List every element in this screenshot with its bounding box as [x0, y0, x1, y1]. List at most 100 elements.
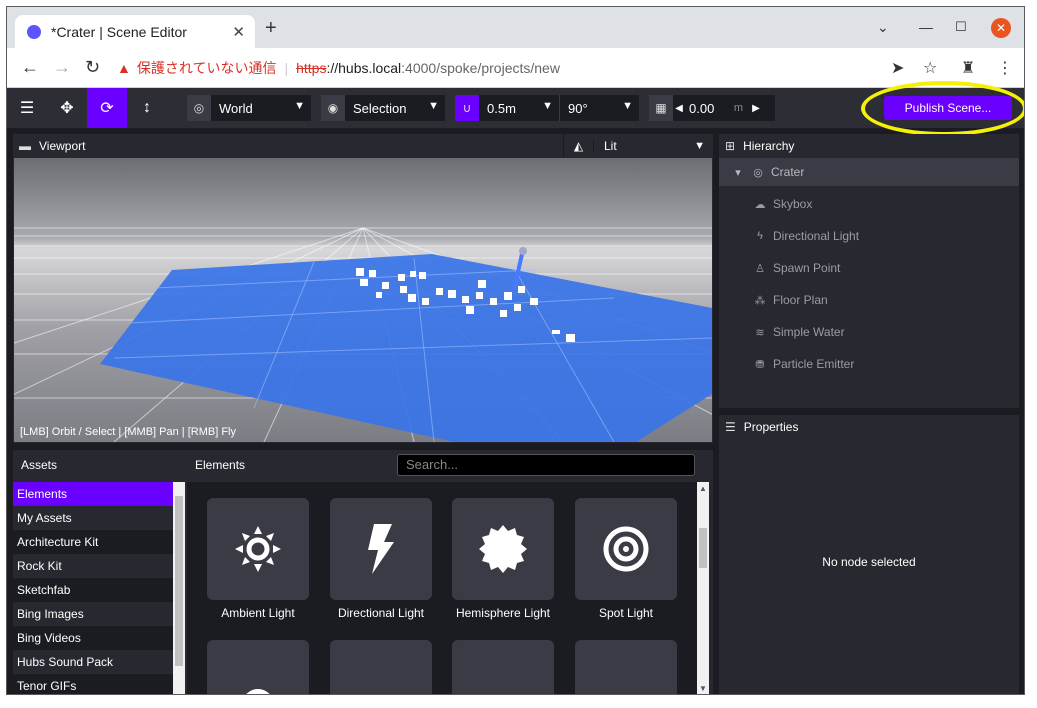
tab-close-icon[interactable]: ✕ [232, 23, 245, 41]
spoke-editor: ☰ ✥ ⟳ ↕ ◎ World ▼ ◉ Selection ▼ ∪ 0.5m ▼… [7, 81, 1024, 695]
asset-source-item[interactable]: Elements [13, 482, 173, 506]
caret-down-icon[interactable]: ▾ [731, 166, 745, 179]
scene-render [14, 227, 712, 442]
element-label: Hemisphere Light [455, 606, 551, 620]
url-divider: | [284, 60, 289, 76]
tab-search-icon[interactable]: ⌄ [877, 19, 889, 36]
asset-source-item[interactable]: Architecture Kit [13, 530, 173, 554]
reload-icon[interactable]: ↻ [85, 57, 100, 78]
lightbulb-icon [246, 689, 270, 694]
asset-source-item[interactable]: Tenor GIFs [13, 674, 173, 694]
rotate-tool-button[interactable]: ⟳ [87, 88, 127, 128]
hierarchy-item-label: Spawn Point [773, 261, 841, 275]
url-field[interactable]: ▲ 保護されていない通信 | https ://hubs.local :4000… [117, 54, 917, 82]
magnet-icon[interactable]: ∪ [455, 95, 479, 121]
image-icon [600, 671, 652, 695]
warning-icon: ▲ [117, 60, 131, 76]
publish-scene-button[interactable]: Publish Scene... [884, 96, 1012, 120]
asset-source-list: Elements My Assets Architecture Kit Rock… [13, 482, 173, 694]
hemisphere-light-card[interactable] [452, 498, 554, 600]
chevron-down-icon: ▼ [694, 140, 705, 152]
browser-tab[interactable]: *Crater | Scene Editor ✕ [15, 15, 255, 48]
scroll-up-icon[interactable]: ▲ [699, 484, 707, 493]
hierarchy-item-particle-emitter[interactable]: ⛃ Particle Emitter [719, 348, 1019, 380]
assets-scrollbar[interactable] [173, 482, 185, 694]
asset-source-item[interactable]: Sketchfab [13, 578, 173, 602]
hierarchy-item-directional-light[interactable]: ϟ Directional Light [719, 220, 1019, 252]
chevron-down-icon: ▼ [542, 100, 553, 112]
pivot-target-icon[interactable]: ◉ [321, 95, 345, 121]
scrollbar-thumb[interactable] [699, 528, 707, 568]
elements-scrollbar[interactable]: ▲ ▼ [697, 482, 709, 694]
hierarchy-item-skybox[interactable]: ☁ Skybox [719, 188, 1019, 220]
viewport-title: Viewport [39, 139, 86, 153]
transform-space-group: ◎ World ▼ [187, 95, 311, 121]
hierarchy-root-crater[interactable]: ▾ ◎ Crater [719, 158, 1019, 186]
hamburger-icon: ☰ [19, 100, 35, 117]
assets-title: Assets [21, 458, 58, 472]
asset-source-item[interactable]: Rock Kit [13, 554, 173, 578]
close-window-button[interactable]: ✕ [991, 18, 1011, 38]
person-icon: ♙ [755, 262, 765, 275]
extension-icon[interactable]: ♜ [961, 58, 975, 78]
browser-window: *Crater | Scene Editor ✕ + ⌄ — ☐ ✕ ← → ↻… [6, 6, 1025, 695]
forward-icon[interactable]: → [53, 57, 71, 78]
asset-source-item[interactable]: Hubs Sound Pack [13, 650, 173, 674]
ambient-light-card[interactable] [207, 498, 309, 600]
hierarchy-item-simple-water[interactable]: ≋ Simple Water [719, 316, 1019, 348]
asset-source-item[interactable]: My Assets [13, 506, 173, 530]
security-warning: 保護されていない通信 [136, 60, 277, 76]
maximize-button[interactable]: ☐ [955, 19, 967, 35]
chevron-down-icon: ▼ [622, 100, 633, 112]
snap-translate-select[interactable]: 0.5m ▼ [479, 95, 559, 121]
menu-button[interactable]: ☰ [7, 88, 47, 128]
elements-panel: Elements Search... Ambient Light Directi… [187, 450, 713, 695]
grid-height-input[interactable]: 0.00 m [685, 95, 749, 121]
menu-dots-icon[interactable]: ⋮ [997, 58, 1013, 78]
directional-light-card[interactable] [330, 498, 432, 600]
pivot-select[interactable]: Selection ▼ [345, 95, 445, 121]
scrollbar-thumb[interactable] [175, 496, 183, 666]
transform-space-select[interactable]: World ▼ [211, 95, 311, 121]
grid-increase-icon[interactable]: ▶ [749, 103, 763, 114]
transform-space-value: World [219, 100, 253, 116]
spawn-point-card[interactable] [330, 640, 432, 695]
image-card[interactable] [575, 640, 677, 695]
hierarchy-item-floor-plan[interactable]: ⁂ Floor Plan [719, 284, 1019, 316]
grid-decrease-icon[interactable]: ◀ [673, 103, 685, 114]
scale-arrows-icon: ↕ [143, 99, 151, 116]
chevron-down-icon: ▼ [294, 100, 305, 112]
properties-header: ☰ Properties [719, 415, 1019, 439]
globe-icon[interactable]: ◎ [187, 95, 211, 121]
minimize-button[interactable]: — [919, 19, 933, 35]
chevron-down-icon: ▼ [428, 100, 439, 112]
asset-source-item[interactable]: Bing Videos [13, 626, 173, 650]
spot-light-card[interactable] [575, 498, 677, 600]
send-icon[interactable]: ➤ [891, 58, 904, 78]
search-input[interactable]: Search... [397, 454, 695, 476]
new-tab-button[interactable]: + [265, 18, 277, 38]
snap-rotate-select[interactable]: 90° ▼ [559, 95, 639, 121]
scroll-down-icon[interactable]: ▼ [699, 684, 707, 693]
shoe-prints-icon: ⁂ [754, 294, 766, 307]
back-icon[interactable]: ← [21, 57, 39, 78]
viewport-panel: ▬ Viewport ◭ Lit ▼ [LMB] Orbit / Select … [13, 134, 713, 443]
render-mode-select[interactable]: ◭ Lit ▼ [563, 134, 713, 158]
url-host: ://hubs.local [326, 60, 402, 76]
hierarchy-item-label: Floor Plan [773, 293, 828, 307]
viewport-canvas[interactable]: [LMB] Orbit / Select | [MMB] Pan | [RMB]… [14, 158, 712, 442]
title-bar: *Crater | Scene Editor ✕ + ⌄ — ☐ ✕ [7, 7, 1024, 48]
water-icon: ≋ [755, 326, 765, 339]
translate-tool-button[interactable]: ✥ [47, 88, 87, 128]
asset-source-item[interactable]: Bing Images [13, 602, 173, 626]
window-icon: ▬ [19, 139, 31, 153]
pivot-group: ◉ Selection ▼ [321, 95, 445, 121]
bookmark-star-icon[interactable]: ☆ [923, 58, 937, 78]
hierarchy-title: Hierarchy [743, 139, 795, 153]
avatar-card[interactable] [452, 640, 554, 694]
grid-icon[interactable]: ▦ [649, 95, 673, 121]
hierarchy-item-spawn-point[interactable]: ♙ Spawn Point [719, 252, 1019, 284]
person-icon [366, 671, 396, 695]
point-light-card[interactable] [207, 640, 309, 694]
scale-tool-button[interactable]: ↕ [127, 88, 167, 128]
